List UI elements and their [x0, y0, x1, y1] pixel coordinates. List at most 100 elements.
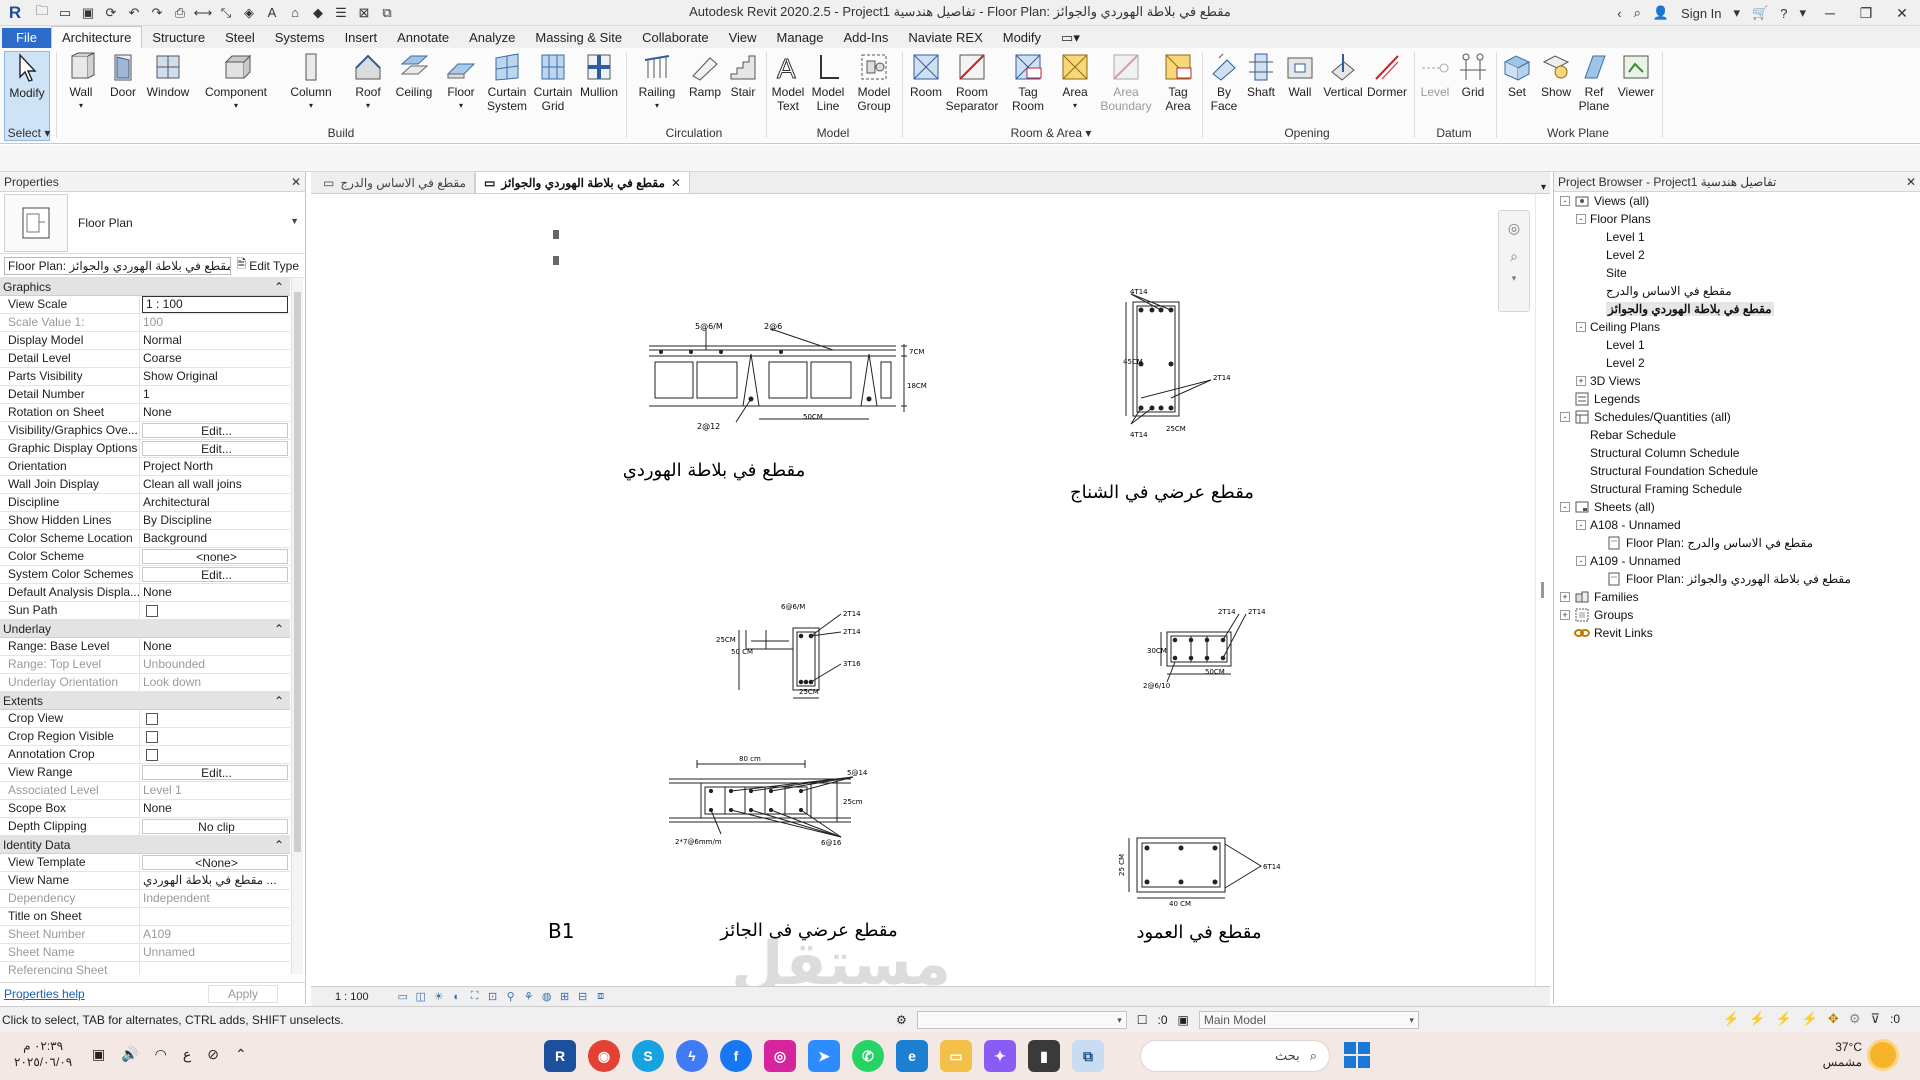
section-icon[interactable]: ◆ — [308, 4, 328, 22]
whatsapp-app-icon[interactable]: ✆ — [852, 1040, 884, 1072]
level-button[interactable]: Level — [1416, 51, 1454, 99]
weather-widget[interactable]: 37°C مشمس — [1823, 1040, 1896, 1070]
detail-level-icon[interactable]: ▭ — [395, 990, 411, 1004]
close-hidden-icon[interactable]: ⊠ — [354, 4, 374, 22]
browser-node[interactable]: + Families — [1554, 588, 1920, 606]
constraints-icon[interactable]: ⧈ — [593, 990, 609, 1004]
browser-node[interactable]: - A109 - Unnamed — [1554, 552, 1920, 570]
analytical-icon[interactable]: ⊟ — [575, 990, 591, 1004]
mullion-button[interactable]: Mullion — [576, 51, 622, 99]
zoom-icon[interactable]: ⌕ — [1501, 245, 1527, 267]
property-value[interactable] — [140, 710, 290, 727]
drawing-canvas[interactable]: 5@6/M 2@6 2@12 7CM 18CM 50CM مقطع في بلا… — [311, 194, 1535, 986]
checkbox[interactable] — [146, 731, 158, 743]
tab-insert[interactable]: Insert — [335, 28, 388, 48]
select-by-face-icon[interactable]: ⚡ — [1802, 1011, 1818, 1027]
properties-help-link[interactable]: Properties help — [4, 987, 85, 1001]
by-face-button[interactable]: By Face — [1206, 51, 1242, 113]
column-button[interactable]: Column ▾ — [286, 51, 336, 113]
wall-button[interactable]: Wall ▾ — [62, 51, 100, 113]
browser-node[interactable]: مقطع في الاساس والدرج — [1554, 282, 1920, 300]
view-tab-hordi-slab[interactable]: ▭ مقطع في بلاطة الهوردي والجوائز ✕ — [474, 171, 690, 193]
property-value[interactable] — [140, 746, 290, 763]
property-group-header[interactable]: Identity Data ⌃ — [0, 836, 290, 854]
area-button[interactable]: Area ▾ — [1056, 51, 1094, 113]
tag-area-button[interactable]: Tag Area — [1158, 51, 1198, 113]
property-group-header[interactable]: Graphics ⌃ — [0, 278, 290, 296]
search-back-icon[interactable]: ‹ — [1611, 6, 1627, 21]
tab-analyze[interactable]: Analyze — [459, 28, 525, 48]
visual-style-icon[interactable]: ◫ — [413, 990, 429, 1004]
browser-node[interactable]: Level 2 — [1554, 354, 1920, 372]
measure-icon[interactable]: ⟷ — [193, 4, 213, 22]
browser-node[interactable]: Structural Framing Schedule — [1554, 480, 1920, 498]
tab-structure[interactable]: Structure — [142, 28, 215, 48]
view-scale[interactable]: 1 : 100 — [311, 991, 395, 1003]
viewer-button[interactable]: Viewer — [1614, 51, 1658, 99]
browser-node[interactable]: + Groups — [1554, 606, 1920, 624]
open-icon[interactable]: 🗀 — [32, 3, 52, 22]
start-button-icon[interactable] — [1344, 1042, 1370, 1068]
print-icon[interactable]: ⎙ — [170, 4, 190, 22]
wifi-icon[interactable]: ◠ — [155, 1046, 167, 1063]
property-value[interactable]: None — [140, 800, 290, 817]
expand-icon[interactable]: + — [1576, 376, 1586, 386]
panel-room-area-label[interactable]: Room & Area ▾ — [902, 126, 1200, 140]
undo-icon[interactable]: ↶ — [124, 4, 144, 22]
close-icon[interactable]: ✕ — [1906, 175, 1916, 189]
tab-annotate[interactable]: Annotate — [387, 28, 459, 48]
filter-icon[interactable]: ⊽ — [1870, 1011, 1880, 1027]
window-button[interactable]: Window — [144, 51, 192, 99]
browser-node[interactable]: Floor Plan: مقطع في الاساس والدرج — [1554, 534, 1920, 552]
browser-node[interactable]: Site — [1554, 264, 1920, 282]
browser-node[interactable]: Level 2 — [1554, 246, 1920, 264]
collapse-icon[interactable]: ⌃ — [274, 838, 284, 852]
text-icon[interactable]: A — [262, 4, 282, 22]
tab-modify[interactable]: Modify — [993, 28, 1051, 48]
properties-scrollbar[interactable] — [291, 278, 303, 974]
property-value[interactable]: 1 — [140, 386, 290, 403]
collapse-icon[interactable]: - — [1576, 214, 1586, 224]
browser-node[interactable]: Level 1 — [1554, 228, 1920, 246]
expand-icon[interactable]: + — [1560, 592, 1570, 602]
property-value[interactable]: None — [140, 584, 290, 601]
panel-select-label[interactable]: Select ▾ — [4, 126, 54, 140]
sign-in-link[interactable]: Sign In — [1675, 6, 1727, 21]
property-value[interactable]: Clean all wall joins — [140, 476, 290, 493]
type-selector[interactable]: Floor Plan ▼ — [0, 192, 305, 254]
chrome-app-icon[interactable]: ◉ — [588, 1040, 620, 1072]
collapse-icon[interactable]: ⌃ — [274, 694, 284, 708]
property-edit-button[interactable]: Edit... — [142, 441, 288, 456]
binoculars-icon[interactable]: ⌕ — [1628, 5, 1647, 21]
floor-button[interactable]: Floor ▾ — [442, 51, 480, 113]
browser-node[interactable]: - Ceiling Plans — [1554, 318, 1920, 336]
property-value[interactable] — [140, 602, 290, 619]
ramp-button[interactable]: Ramp — [686, 51, 724, 99]
browser-node[interactable]: - Views (all) — [1554, 192, 1920, 210]
drag-elements-icon[interactable]: ✥ — [1828, 1011, 1839, 1027]
tag-icon[interactable]: ◈ — [239, 4, 259, 22]
ref-plane-button[interactable]: Ref Plane — [1576, 51, 1612, 113]
task-view-icon[interactable]: ⧉ — [1072, 1040, 1104, 1072]
reveal-hidden-icon[interactable]: ◍ — [539, 990, 555, 1004]
set-button[interactable]: Set — [1500, 51, 1534, 99]
model-line-button[interactable]: Model Line — [808, 51, 848, 113]
design-options-icon[interactable]: ▣ — [1178, 1013, 1189, 1027]
property-value[interactable]: Background — [140, 530, 290, 547]
roof-button[interactable]: Roof ▾ — [350, 51, 386, 113]
railing-button[interactable]: Railing ▾ — [634, 51, 680, 113]
taskbar-search[interactable]: بحث ⌕ — [1140, 1040, 1330, 1072]
property-edit-button[interactable]: <None> — [142, 855, 288, 870]
tab-naviate-rex[interactable]: Naviate REX — [898, 28, 992, 48]
shadows-icon[interactable]: ◐ — [449, 990, 465, 1004]
close-button[interactable]: ✕ — [1884, 0, 1920, 26]
property-edit-button[interactable]: No clip — [142, 819, 288, 834]
browser-node[interactable]: Legends — [1554, 390, 1920, 408]
language-indicator[interactable]: ع — [183, 1046, 191, 1063]
checkbox[interactable] — [146, 749, 158, 761]
tab-add-ins[interactable]: Add-Ins — [834, 28, 899, 48]
collapse-icon[interactable]: - — [1576, 556, 1586, 566]
select-links-icon[interactable]: ⚡ — [1723, 1011, 1739, 1027]
property-value[interactable] — [140, 728, 290, 745]
tab-massing-site[interactable]: Massing & Site — [525, 28, 632, 48]
